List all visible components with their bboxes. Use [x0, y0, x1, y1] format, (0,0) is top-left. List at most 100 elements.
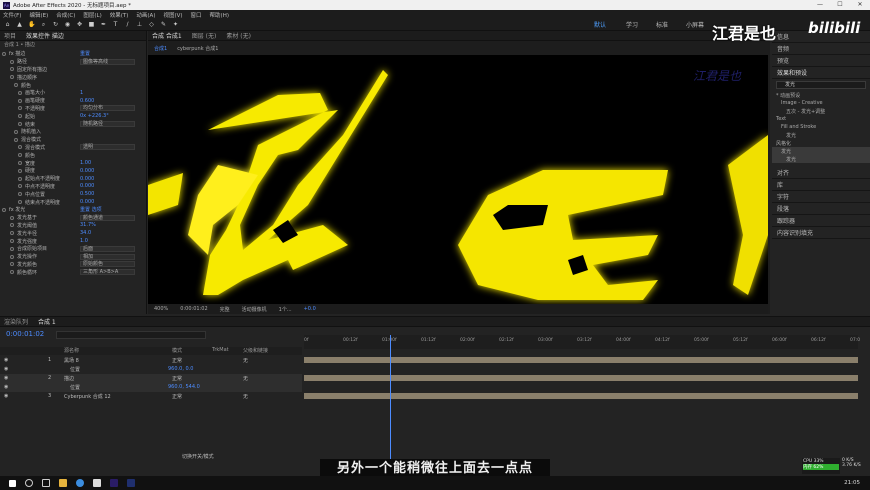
effect-row[interactable]: fx 描边 重置 [0, 50, 146, 58]
tab-comp1[interactable]: 合成 1 [38, 317, 56, 326]
brush-tool-icon[interactable]: ∕ [124, 21, 131, 28]
effect-row[interactable]: 中点不透明度 0.000 [0, 183, 146, 191]
effect-row[interactable]: 路径 图像等高线 [0, 58, 146, 66]
layer-name[interactable]: 黑场 8 [64, 357, 79, 364]
close-button[interactable]: ✕ [850, 0, 870, 10]
maximize-button[interactable]: ☐ [830, 0, 850, 10]
stopwatch-icon[interactable] [10, 75, 14, 80]
stopwatch-icon[interactable] [10, 67, 14, 72]
effect-row[interactable]: 合成原始项目 后面 [0, 245, 146, 253]
layer-mode[interactable]: 正常 [172, 375, 182, 382]
stopwatch-icon[interactable] [18, 145, 22, 150]
visibility-eye-icon[interactable]: ◉ [4, 384, 8, 390]
effect-row[interactable]: 中点位置 0.500 [0, 190, 146, 198]
layer-mode[interactable]: 正常 [172, 393, 182, 400]
effects-tree-item[interactable]: Fill and Stroke [772, 123, 870, 131]
layer-duration-bar[interactable] [304, 393, 858, 399]
panel-preview[interactable]: 预览 [772, 55, 870, 67]
visibility-eye-icon[interactable]: ◉ [4, 393, 8, 399]
effect-row[interactable]: 颜色循环 三角形 A>B>A [0, 268, 146, 276]
workspace-learn[interactable]: 学习 [626, 20, 638, 29]
effect-row[interactable]: 颜色 [0, 151, 146, 159]
layer-duration-bar[interactable] [304, 375, 858, 381]
zoom-tool-icon[interactable]: ⌕ [40, 21, 47, 28]
stopwatch-icon[interactable] [10, 254, 14, 259]
rectangle-tool-icon[interactable]: ■ [88, 21, 95, 28]
effect-row-dropdown[interactable]: 三角形 A>B>A [80, 269, 135, 276]
effects-tree-item[interactable]: 发光 [772, 131, 870, 139]
menu-edit[interactable]: 编辑(E) [29, 11, 48, 19]
panel-section[interactable]: 段落 [772, 203, 870, 215]
effect-row[interactable]: 硬度 0.000 [0, 167, 146, 175]
effect-row-value[interactable]: 31.7% [80, 222, 96, 228]
effects-tree-item[interactable]: 风格化 [772, 139, 870, 147]
roto-tool-icon[interactable]: ✎ [160, 21, 167, 28]
stopwatch-icon[interactable] [14, 137, 18, 142]
effect-row[interactable]: 不透明度 均匀分布 [0, 105, 146, 113]
effect-row-value[interactable]: 0.500 [80, 191, 94, 197]
tab-layer[interactable]: 图层 (无) [192, 31, 217, 40]
menu-animation[interactable]: 动画(A) [136, 11, 155, 19]
timeline-search-input[interactable] [56, 331, 206, 339]
panel-section[interactable]: 库 [772, 179, 870, 191]
stopwatch-icon[interactable] [10, 262, 14, 267]
camera-dropdown[interactable]: 活动摄像机 [242, 306, 267, 313]
effects-tree-item[interactable]: 发光 [772, 155, 870, 163]
tab-footage[interactable]: 素材 (无) [226, 31, 251, 40]
tab-effect-controls[interactable]: 效果控件 描边 [26, 31, 64, 40]
zoom-level[interactable]: 400% [154, 306, 168, 312]
after-effects-taskbar-icon[interactable] [110, 479, 118, 487]
selection-tool-icon[interactable]: ▲ [16, 21, 23, 28]
stopwatch-icon[interactable] [10, 239, 14, 244]
effect-row[interactable]: 混合模式 [0, 136, 146, 144]
stopwatch-icon[interactable] [18, 98, 22, 103]
notepad-icon[interactable] [93, 479, 101, 487]
stopwatch-icon[interactable] [18, 200, 22, 205]
effect-row[interactable]: 随机植入 [0, 128, 146, 136]
effect-row-value[interactable]: 0.000 [80, 183, 94, 189]
effect-row[interactable]: 发光强度 1.0 [0, 237, 146, 245]
effect-row-value[interactable]: 1.0 [80, 238, 88, 244]
resolution-dropdown[interactable]: 完整 [220, 306, 230, 313]
effect-row[interactable]: 宽度 1.00 [0, 159, 146, 167]
menu-view[interactable]: 视图(V) [163, 11, 182, 19]
stopwatch-icon[interactable] [18, 184, 22, 189]
views-dropdown[interactable]: 1个... [279, 306, 292, 313]
effect-row[interactable]: 画笔大小 1 [0, 89, 146, 97]
menu-effect[interactable]: 效果(T) [110, 11, 129, 19]
effect-row-value[interactable]: 0.000 [80, 176, 94, 182]
layer-parent[interactable]: 无 [243, 357, 248, 364]
stopwatch-icon[interactable] [18, 161, 22, 166]
visibility-eye-icon[interactable]: ◉ [4, 366, 8, 372]
effect-row-dropdown[interactable]: 均匀分布 [80, 105, 135, 112]
stopwatch-icon[interactable] [10, 215, 14, 220]
text-tool-icon[interactable]: T [112, 21, 119, 28]
panel-section[interactable]: 跟踪器 [772, 215, 870, 227]
layer-row[interactable]: ◉ 1 黑场 8 正常 无 [0, 356, 302, 365]
eraser-tool-icon[interactable]: ◇ [148, 21, 155, 28]
panel-section[interactable]: 字符 [772, 191, 870, 203]
effect-row[interactable]: 发光颜色 原始颜色 [0, 261, 146, 269]
rotate-tool-icon[interactable]: ↻ [52, 21, 59, 28]
layer-row[interactable]: ◉ 2 描边 正常 无 [0, 374, 302, 383]
effect-row-value[interactable]: 1 [80, 90, 83, 96]
stopwatch-icon[interactable] [10, 246, 14, 251]
effect-row[interactable]: 混合模式 透明 [0, 144, 146, 152]
stopwatch-icon[interactable] [18, 168, 22, 173]
panel-section[interactable]: 对齐 [772, 167, 870, 179]
effect-row[interactable]: 画笔硬度 0.600 [0, 97, 146, 105]
layer-row[interactable]: ◉ 位置 960.0, 0.0 [0, 365, 302, 374]
effect-row[interactable]: 结束 随机路径 [0, 120, 146, 128]
hand-tool-icon[interactable]: ✋ [28, 21, 35, 28]
layer-parent[interactable]: 960.0, 0.0 [168, 366, 193, 372]
effect-row[interactable]: 发光操作 相加 [0, 253, 146, 261]
effect-row-value[interactable]: 0.000 [80, 168, 94, 174]
visibility-eye-icon[interactable]: ◉ [4, 357, 8, 363]
effects-tree-item[interactable]: * 动画预设 [772, 91, 870, 99]
stopwatch-icon[interactable] [14, 129, 18, 134]
effect-row-dropdown[interactable]: 原始颜色 [80, 261, 135, 268]
stopwatch-icon[interactable] [2, 207, 6, 212]
effect-row[interactable]: 结束点不透明度 0.000 [0, 198, 146, 206]
panel-audio[interactable]: 音频 [772, 43, 870, 55]
effect-row-value[interactable]: 34.0 [80, 230, 91, 236]
